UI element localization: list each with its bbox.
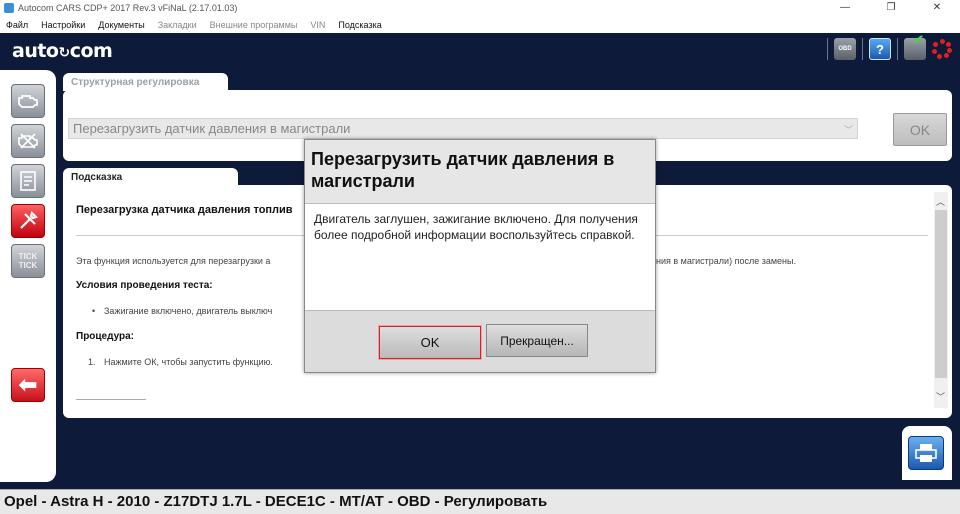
dialog-ok-button[interactable]: OK	[378, 325, 482, 360]
menu-bookmarks: Закладки	[157, 19, 197, 30]
dialog-footer: OK Прекращен...	[305, 310, 655, 372]
vehicle-status-bar: Opel - Astra H - 2010 - Z17DTJ 1.7L - DE…	[0, 489, 960, 514]
separator	[897, 38, 898, 60]
hint-intro-end: ния в магистрали) после замены.	[656, 256, 796, 266]
close-icon[interactable]: ✕	[914, 0, 960, 16]
check-icon: ✔	[913, 32, 924, 47]
menu-help[interactable]: Подсказка	[338, 20, 381, 30]
tools-icon	[20, 210, 39, 229]
app-icon	[4, 3, 14, 13]
restore-icon[interactable]: ❐	[868, 0, 914, 16]
menu-external-programs: Внешние программы	[209, 19, 298, 30]
minimize-icon[interactable]: —	[822, 0, 868, 16]
clear-codes-button[interactable]	[11, 124, 45, 158]
menu-file[interactable]: Файл	[6, 20, 28, 30]
separator	[862, 38, 863, 60]
engine-icon	[18, 95, 38, 108]
document-icon	[20, 171, 36, 191]
dialog-cancel-button[interactable]: Прекращен...	[486, 324, 588, 357]
menu-settings[interactable]: Настройки	[41, 20, 85, 30]
menu-bar: Файл Настройки Документы Закладки Внешни…	[0, 16, 960, 33]
app-header: auto↻com OBD ? ✔	[0, 32, 960, 69]
arrow-left-icon: ⬅	[18, 372, 38, 397]
scrollbar-thumb[interactable]	[935, 210, 947, 378]
window-controls: — ❐ ✕	[822, 0, 960, 16]
condition-item: Зажигание включено, двигатель выключ	[104, 306, 273, 316]
conditions-heading: Условия проведения теста:	[76, 280, 213, 291]
hint-title: Перезагрузка датчика давления топлив	[76, 204, 293, 216]
dialog-message: Двигатель заглушен, зажигание включено. …	[314, 212, 638, 242]
hint-scrollbar[interactable]: ︿ ﹀	[934, 192, 948, 408]
autocom-logo: auto↻com	[12, 40, 113, 62]
chevron-up-icon[interactable]: ︿	[936, 195, 945, 208]
print-button[interactable]	[908, 436, 944, 470]
live-data-button[interactable]	[11, 164, 45, 198]
tick-tick-button[interactable]: TICK TICK	[11, 244, 45, 278]
dialog-title: Перезагрузить датчик давления в магистра…	[305, 140, 655, 204]
vehicle-connected-button[interactable]: ✔	[904, 32, 926, 60]
engine-cross-icon	[18, 133, 38, 149]
chevron-down-icon[interactable]: ﹀	[936, 390, 945, 403]
step-item: Нажмите ОК, чтобы запустить функцию.	[104, 357, 273, 367]
condition-bullet: •	[92, 306, 96, 316]
tab-hint: Подсказка	[63, 168, 238, 186]
obd-button[interactable]: OBD	[834, 38, 856, 60]
menu-documents[interactable]: Документы	[98, 20, 144, 30]
hint-intro: Эта функция используется для перезагрузк…	[76, 256, 271, 266]
header-toolbar: OBD ? ✔	[827, 32, 952, 60]
chevron-down-icon: ﹀	[843, 125, 853, 135]
procedure-heading: Процедура:	[76, 331, 135, 342]
function-select[interactable]: Перезагрузить датчик давления в магистра…	[68, 118, 858, 139]
step-number: 1.	[88, 357, 96, 367]
printer-icon	[915, 444, 937, 462]
tab-structural-adjustment: Структурная регулировка	[63, 73, 228, 91]
help-button[interactable]: ?	[869, 38, 891, 60]
window-title: Autocom CARS CDP+ 2017 Rev.3 vFiNaL (2.1…	[18, 3, 238, 13]
separator	[827, 38, 828, 60]
adjustment-button[interactable]	[11, 204, 45, 238]
back-button[interactable]: ⬅	[11, 368, 45, 402]
function-select-value: Перезагрузить датчик давления в магистра…	[73, 121, 351, 136]
footnote-rule	[76, 399, 146, 400]
ok-button[interactable]: OK	[893, 113, 947, 146]
menu-vin: VIN	[310, 19, 326, 30]
logo-arrow-icon: ↻	[58, 45, 70, 61]
activity-spinner-icon	[932, 39, 952, 59]
engine-button[interactable]	[11, 84, 45, 118]
confirm-dialog: Перезагрузить датчик давления в магистра…	[304, 139, 656, 373]
title-bar: Autocom CARS CDP+ 2017 Rev.3 vFiNaL (2.1…	[0, 0, 960, 16]
